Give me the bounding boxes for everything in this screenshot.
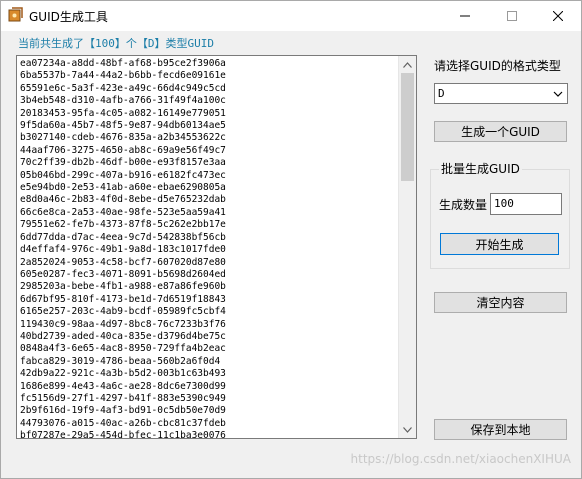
clear-content-button[interactable]: 清空内容: [434, 292, 567, 313]
guid-line: 6ba5537b-7a44-44a2-b6bb-fecd6e09161e: [20, 70, 226, 82]
format-type-label: 请选择GUID的格式类型: [434, 59, 561, 73]
guid-output-textarea[interactable]: ea07234a-a8dd-48bf-af68-b95ce2f3906a 6ba5…: [16, 55, 417, 439]
count-label: 生成数量: [439, 198, 488, 212]
guid-line: fc5156d9-27f1-4297-b41f-883e5390c949: [20, 392, 226, 404]
guid-line: 66c6e8ca-2a53-40ae-98fe-523e5aa59a41: [20, 206, 226, 218]
guid-tool-window: GUID生成工具 当前共生成了【100】个【D】类型GUID ea07234a-…: [0, 0, 582, 479]
minimize-icon: [460, 15, 470, 17]
app-icon: [8, 7, 24, 23]
guid-line: 70c2ff39-db2b-46df-b00e-e93f8157e3aa: [20, 157, 226, 169]
minimize-button[interactable]: [442, 1, 488, 31]
guid-line: 44aaf706-3275-4650-ab8c-69a9e56f49c7: [20, 144, 226, 156]
generation-summary-label: 当前共生成了【100】个【D】类型GUID: [18, 37, 214, 50]
guid-line: 40bd2739-aded-40ca-835e-d3796d4be75c: [20, 330, 226, 342]
guid-line: 05b046bd-299c-407a-b916-e6182fc473ec: [20, 169, 226, 181]
vertical-scrollbar[interactable]: [398, 56, 416, 438]
chevron-down-icon: [403, 426, 412, 433]
guid-line: 6165e257-203c-4ab9-bcdf-05989fc5cbf4: [20, 306, 226, 318]
close-button[interactable]: [535, 1, 581, 31]
format-selected-value: D: [438, 87, 445, 100]
guid-line: b3027140-cdeb-4676-835a-a2b34553622c: [20, 132, 226, 144]
guid-line: 605e0287-fec3-4071-8091-b5698d2604ed: [20, 268, 226, 280]
scroll-down-button[interactable]: [399, 421, 416, 438]
chevron-down-icon: [553, 91, 563, 97]
guid-line: 65591e6c-5a3f-423e-a49c-66d4c949c5cd: [20, 82, 226, 94]
guid-line: 2985203a-bebe-4fb1-a988-e87a86fe960b: [20, 281, 226, 293]
guid-line: 3b4eb548-d310-4afb-a766-31f49f4a100c: [20, 95, 226, 107]
guid-line: 119430c9-98aa-4d97-8bc8-76c7233b3f76: [20, 318, 226, 330]
guid-line: 9f5da60a-45b7-48f5-9e87-94db60134ae5: [20, 120, 226, 132]
guid-line: 6d67bf95-810f-4173-be1d-7d6519f18843: [20, 293, 226, 305]
guid-list: ea07234a-a8dd-48bf-af68-b95ce2f3906a 6ba5…: [20, 58, 226, 439]
guid-line: 6dd77dda-d7ac-4eea-9c7d-542838bf56cb: [20, 231, 226, 243]
maximize-button[interactable]: [489, 1, 535, 31]
start-generate-button[interactable]: 开始生成: [440, 233, 559, 255]
title-bar[interactable]: GUID生成工具: [1, 1, 581, 31]
generate-one-button[interactable]: 生成一个GUID: [434, 121, 567, 142]
guid-line: e5e94bd0-2e53-41ab-a60e-ebae6290805a: [20, 182, 226, 194]
scrollbar-thumb[interactable]: [401, 73, 414, 181]
guid-line: 1686e899-4e43-4a6c-ae28-8dc6e7300d99: [20, 380, 226, 392]
scroll-up-button[interactable]: [399, 56, 416, 73]
guid-line: 42db9a22-921c-4a3b-b5d2-003b1c63b493: [20, 368, 226, 380]
count-input[interactable]: 100: [490, 193, 562, 215]
close-icon: [553, 11, 563, 21]
guid-line: ea07234a-a8dd-48bf-af68-b95ce2f3906a: [20, 58, 226, 69]
save-to-local-button[interactable]: 保存到本地: [434, 419, 567, 440]
guid-line: 20183453-95fa-4c05-a082-16149e779051: [20, 107, 226, 119]
format-type-select[interactable]: D: [434, 83, 568, 104]
guid-line: 2b9f616d-19f9-4af3-bd91-0c5db50e70d9: [20, 405, 226, 417]
watermark-text: https://blog.csdn.net/xiaochenXIHUA: [350, 452, 571, 466]
guid-line: d4effaf4-976c-49b1-9a8d-183c1017fde0: [20, 244, 226, 256]
guid-line: 2a852024-9053-4c58-bcf7-607020d87e80: [20, 256, 226, 268]
guid-line: 44793076-a015-40ac-a26b-cbc81c37fdeb: [20, 417, 226, 429]
guid-line: e8d0a46c-2b83-4f0d-8ebe-d5e765232dab: [20, 194, 226, 206]
guid-line: 0848a4f3-6e65-4ac8-8950-729ffa4b2eac: [20, 343, 226, 355]
window-title: GUID生成工具: [29, 10, 108, 24]
chevron-up-icon: [403, 61, 412, 68]
guid-line: fabca829-3019-4786-beaa-560b2a6f0d4: [20, 355, 221, 367]
batch-group-title: 批量生成GUID: [439, 160, 522, 177]
guid-line: bf07287e-29a5-454d-bfec-11c1ba3e0076: [20, 430, 226, 439]
maximize-icon: [507, 11, 517, 21]
guid-line: 79551e62-fe7b-4373-87f8-5c262e2bb17e: [20, 219, 226, 231]
